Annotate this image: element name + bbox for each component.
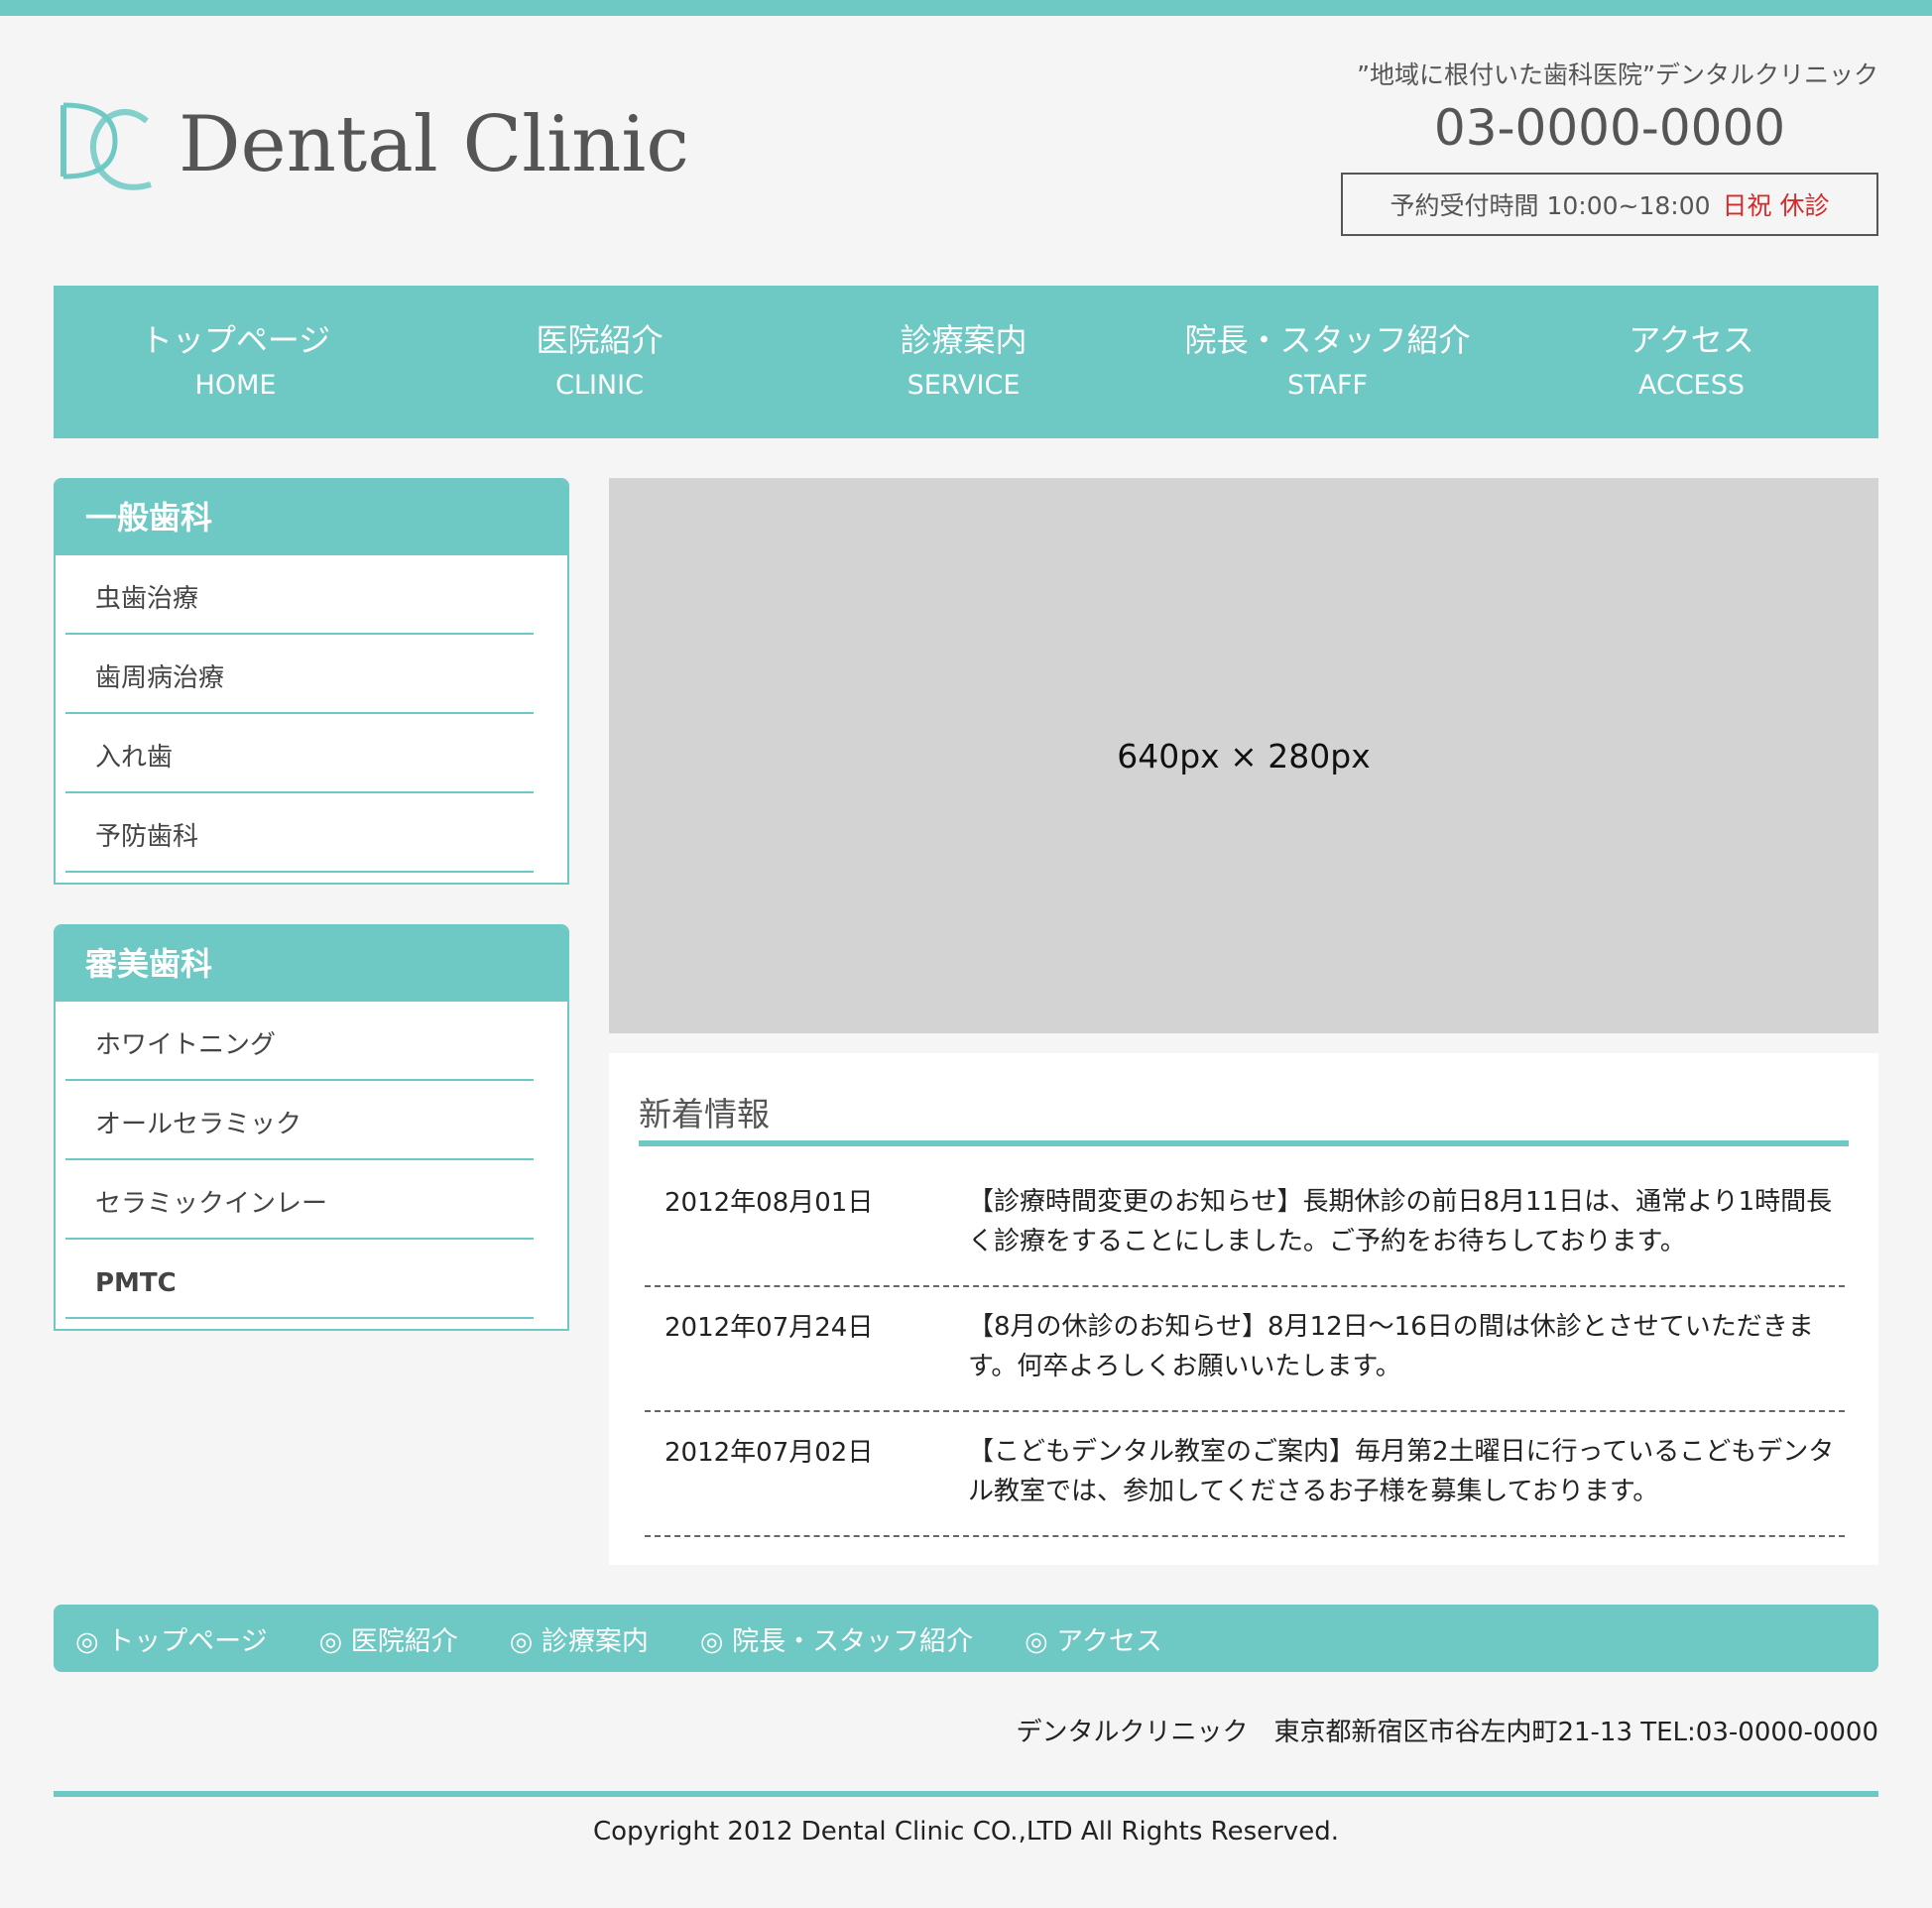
- nav-label-en: STAFF: [1286, 370, 1369, 401]
- copyright: Copyright 2012 Dental Clinic CO.,LTD All…: [593, 1817, 1339, 1847]
- closed-days: 日祝 休診: [1722, 191, 1830, 220]
- footer-link-clinic[interactable]: ◎ 医院紹介: [319, 1619, 458, 1658]
- footer-link-access[interactable]: ◎ アクセス: [1025, 1619, 1162, 1658]
- nav-label-jp: 院長・スタッフ紹介: [1184, 321, 1471, 359]
- news-item: 2012年07月24日 【8月の休診のお知らせ】8月12日〜16日の間は休診とさ…: [645, 1287, 1845, 1412]
- hours-label: 予約受付時間 10:00~18:00: [1389, 191, 1711, 220]
- news-text: 【8月の休診のお知らせ】8月12日〜16日の間は休診とさせていただきます。何卒よ…: [968, 1312, 1814, 1381]
- sidebar-item-pmtc[interactable]: PMTC: [65, 1240, 534, 1319]
- footer-nav: ◎ トップページ ◎ 医院紹介 ◎ 診療案内 ◎ 院長・スタッフ紹介 ◎ アクセ…: [54, 1605, 1878, 1672]
- nav-item-home[interactable]: トップページ HOME: [54, 286, 418, 438]
- footer-link-staff[interactable]: ◎ 院長・スタッフ紹介: [700, 1619, 973, 1658]
- hero-placeholder-text: 640px × 280px: [1117, 736, 1371, 775]
- sidebar-item-cavity-treatment[interactable]: 虫歯治療: [65, 555, 534, 635]
- nav-label-en: HOME: [194, 370, 277, 401]
- site-logo[interactable]: Dental Clinic: [56, 95, 689, 204]
- reception-hours-box: 予約受付時間 10:00~18:00 日祝 休診: [1341, 173, 1878, 236]
- news-item: 2012年08月01日 【診療時間変更のお知らせ】長期休診の前日8月11日は、通…: [645, 1162, 1845, 1287]
- sidebar-general-dentistry: 一般歯科 虫歯治療 歯周病治療 入れ歯 予防歯科: [54, 478, 569, 885]
- news-section: 新着情報 2012年08月01日 【診療時間変更のお知らせ】長期休診の前日8月1…: [609, 1053, 1878, 1565]
- news-date: 2012年08月01日: [664, 1188, 874, 1218]
- nav-label-jp: 診療案内: [900, 321, 1027, 359]
- nav-label-en: SERVICE: [906, 370, 1021, 401]
- news-item: 2012年07月02日 【こどもデンタル教室のご案内】毎月第2土曜日に行っている…: [645, 1412, 1845, 1537]
- logo-text: Dental Clinic: [179, 100, 689, 189]
- nav-item-staff[interactable]: 院長・スタッフ紹介 STAFF: [1146, 286, 1509, 438]
- nav-item-clinic[interactable]: 医院紹介 CLINIC: [418, 286, 782, 438]
- nav-item-service[interactable]: 診療案内 SERVICE: [782, 286, 1146, 438]
- nav-label-en: CLINIC: [555, 370, 644, 401]
- sidebar-heading: 一般歯科: [56, 480, 567, 555]
- sidebar-heading: 審美歯科: [56, 926, 567, 1002]
- footer-address: デンタルクリニック 東京都新宿区市谷左内町21-13 TEL:03-0000-0…: [1016, 1718, 1878, 1747]
- dc-logo-icon: [60, 102, 152, 190]
- news-heading: 新着情報: [639, 1093, 1849, 1146]
- nav-label-jp: 医院紹介: [536, 321, 664, 359]
- sidebar-item-whitening[interactable]: ホワイトニング: [65, 1002, 534, 1081]
- nav-label-jp: アクセス: [1629, 321, 1754, 359]
- news-date: 2012年07月24日: [664, 1313, 874, 1343]
- sidebar-item-dentures[interactable]: 入れ歯: [65, 714, 534, 793]
- hero-image-placeholder: 640px × 280px: [609, 478, 1878, 1033]
- sidebar-item-ceramic-inlay[interactable]: セラミックインレー: [65, 1160, 534, 1240]
- nav-item-access[interactable]: アクセス ACCESS: [1509, 286, 1873, 438]
- nav-label-en: ACCESS: [1637, 370, 1746, 401]
- news-date: 2012年07月02日: [664, 1438, 874, 1468]
- footer-divider: [54, 1791, 1878, 1797]
- news-text: 【診療時間変更のお知らせ】長期休診の前日8月11日は、通常より1時間長く診療をす…: [968, 1187, 1833, 1256]
- news-text: 【こどもデンタル教室のご案内】毎月第2土曜日に行っているこどもデンタル教室では、…: [968, 1437, 1835, 1506]
- nav-label-jp: トップページ: [140, 321, 331, 359]
- footer-link-service[interactable]: ◎ 診療案内: [510, 1619, 649, 1658]
- sidebar-item-periodontal-treatment[interactable]: 歯周病治療: [65, 635, 534, 714]
- global-nav: トップページ HOME 医院紹介 CLINIC 診療案内 SERVICE 院長・…: [54, 286, 1878, 438]
- top-accent-bar: [0, 0, 1932, 16]
- news-list: 2012年08月01日 【診療時間変更のお知らせ】長期休診の前日8月11日は、通…: [645, 1162, 1845, 1537]
- sidebar-item-preventive[interactable]: 予防歯科: [65, 793, 534, 873]
- tagline: ”地域に根付いた歯科医院”デンタルクリニック: [1357, 60, 1878, 89]
- footer-link-home[interactable]: ◎ トップページ: [75, 1619, 268, 1658]
- sidebar-item-all-ceramic[interactable]: オールセラミック: [65, 1081, 534, 1160]
- sidebar-cosmetic-dentistry: 審美歯科 ホワイトニング オールセラミック セラミックインレー PMTC: [54, 924, 569, 1331]
- phone-number: 03-0000-0000: [1433, 99, 1786, 157]
